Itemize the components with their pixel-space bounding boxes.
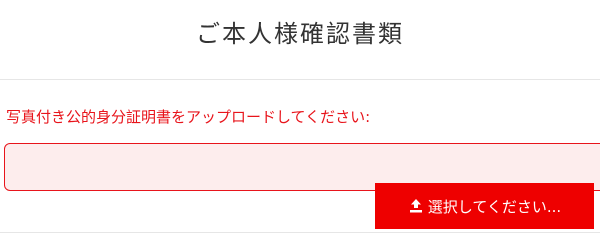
divider [0,79,600,80]
select-file-button-label: 選択してください... [427,197,562,216]
upload-label: 写真付き公的身分証明書をアップロードしてください: [6,108,371,126]
divider [0,232,600,233]
select-file-button[interactable]: 選択してください... [375,183,594,229]
page: ご本人様確認書類 写真付き公的身分証明書をアップロードしてください: 選択してく… [0,0,600,236]
page-title: ご本人様確認書類 [196,20,404,48]
upload-icon [408,198,424,214]
